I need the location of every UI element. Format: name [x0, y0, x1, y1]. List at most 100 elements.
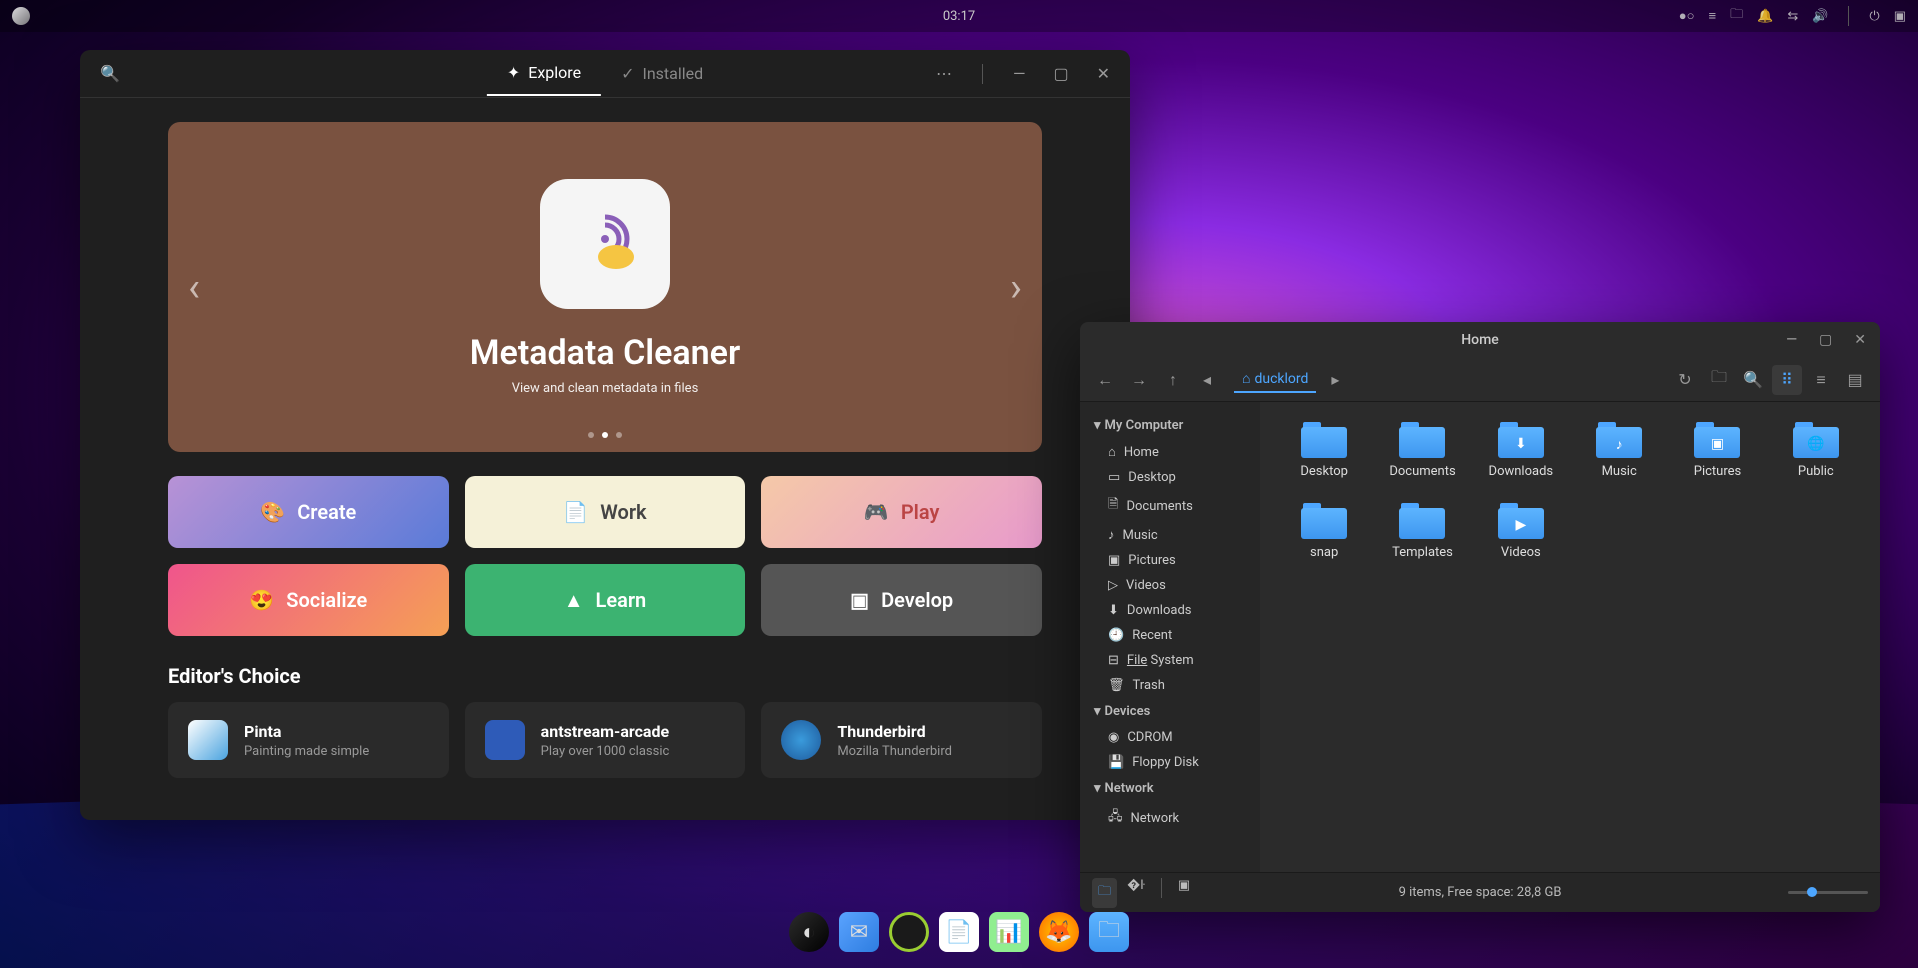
hero-next-button[interactable]: › [1010, 264, 1022, 311]
dock-app-mail[interactable]: ✉ [839, 912, 879, 952]
sidebar-section-devices[interactable]: ▾ Devices [1086, 698, 1254, 725]
folder-item[interactable]: ▣Pictures [1673, 422, 1761, 479]
sidebar-item-music[interactable]: ♪Music [1086, 522, 1254, 548]
hero-pagination [588, 432, 622, 438]
app-name: antstream-arcade [541, 722, 670, 741]
sidebar-item-downloads[interactable]: ⬇Downloads [1086, 598, 1254, 623]
thunderbird-icon [781, 720, 821, 760]
sidebar-section-computer[interactable]: ▾ My Computer [1086, 412, 1254, 439]
dock-app-calc[interactable]: 📊 [989, 912, 1029, 952]
app-desc: Play over 1000 classic [541, 744, 670, 759]
document-icon: 🗎 [1108, 495, 1118, 517]
dock-app-firefox[interactable]: 🦊 [1039, 912, 1079, 952]
sidebar-item-filesystem[interactable]: ⊟File System [1086, 648, 1254, 673]
folder-badge-icon: ▣ [1711, 436, 1724, 452]
close-button[interactable]: ✕ [1850, 328, 1870, 352]
list-view-button[interactable]: ≡ [1806, 365, 1836, 395]
sidebar-item-documents[interactable]: 🗎Documents [1086, 490, 1254, 522]
category-learn[interactable]: ▲Learn [465, 564, 746, 636]
hero-prev-button[interactable]: ‹ [188, 264, 200, 311]
refresh-button[interactable]: ↻ [1670, 365, 1700, 395]
folder-icon: 🌐 [1793, 422, 1839, 458]
category-create[interactable]: 🎨Create [168, 476, 449, 548]
power-icon[interactable]: ⏻ [1869, 9, 1879, 24]
zoom-handle[interactable] [1807, 887, 1817, 897]
icon-view-button[interactable]: ⠿ [1772, 365, 1802, 395]
tab-explore[interactable]: ✦ Explore [487, 51, 601, 96]
fm-title: Home [1461, 332, 1499, 348]
breadcrumb-prev-icon[interactable]: ◂ [1192, 365, 1222, 395]
dock-app-browser[interactable]: ◐ [789, 912, 829, 952]
category-play[interactable]: 🎮Play [761, 476, 1042, 548]
sidebar-item-trash[interactable]: 🗑Trash [1086, 673, 1254, 698]
folder-tray-icon[interactable]: 🗀 [1730, 5, 1743, 27]
dock-app-music[interactable] [889, 912, 929, 952]
featured-app-hero[interactable]: ‹ › Metadata Cleaner View and clean meta… [168, 122, 1042, 452]
hero-dot[interactable] [616, 432, 622, 438]
sidebar-item-home[interactable]: ⌂Home [1086, 439, 1254, 465]
more-menu-icon[interactable]: ⋯ [932, 60, 956, 87]
folder-item[interactable]: ⬇Downloads [1477, 422, 1565, 479]
app-card-pinta[interactable]: Pinta Painting made simple [168, 702, 449, 778]
zoom-slider[interactable] [1788, 891, 1868, 894]
folder-item[interactable]: Templates [1378, 503, 1466, 560]
sidebar-item-videos[interactable]: ▷Videos [1086, 573, 1254, 598]
sidebar-item-network[interactable]: 🖧Network [1086, 802, 1254, 834]
sidebar-item-floppy[interactable]: 💾Floppy Disk [1086, 750, 1254, 775]
maximize-button[interactable]: ▢ [1049, 60, 1072, 87]
folder-item[interactable]: ▶Videos [1477, 503, 1565, 560]
tree-mode-button[interactable]: �ŀ [1127, 878, 1145, 908]
sidebar-item-pictures[interactable]: ▣Pictures [1086, 548, 1254, 573]
network-icon[interactable]: ⇆ [1787, 9, 1798, 24]
folder-item[interactable]: snap [1280, 503, 1368, 560]
app-card-antstream[interactable]: antstream-arcade Play over 1000 classic [465, 702, 746, 778]
file-manager-window: Home — ▢ ✕ ← → ↑ ◂ ⌂ ducklord ▸ ↻ 🗀 🔍 ⠿ … [1080, 322, 1880, 912]
pinta-icon [188, 720, 228, 760]
folder-item[interactable]: Desktop [1280, 422, 1368, 479]
places-mode-button[interactable]: 🗀 [1092, 878, 1117, 908]
back-button[interactable]: ← [1090, 365, 1120, 395]
notifications-icon[interactable]: 🔔 [1757, 9, 1773, 24]
minimize-button[interactable]: — [1009, 60, 1030, 87]
minimize-button[interactable]: — [1782, 328, 1801, 352]
sidebar-item-desktop[interactable]: ▭Desktop [1086, 465, 1254, 490]
folder-label: Documents [1389, 464, 1455, 479]
terminal-button[interactable]: ▣ [1178, 878, 1190, 908]
panel-clock[interactable]: 03:17 [943, 9, 975, 24]
sidebar-item-recent[interactable]: 🕘Recent [1086, 623, 1254, 648]
clock-icon: 🕘 [1108, 628, 1124, 643]
menu-icon[interactable]: ≡ [1709, 8, 1717, 24]
close-button[interactable]: ✕ [1093, 60, 1114, 87]
category-develop[interactable]: ▣Develop [761, 564, 1042, 636]
hero-dot[interactable] [588, 432, 594, 438]
sidebar-toggle-icon[interactable]: ▣ [1894, 9, 1906, 24]
forward-button[interactable]: → [1124, 365, 1154, 395]
category-socialize[interactable]: 😍Socialize [168, 564, 449, 636]
app-store-window: 🔍 ✦ Explore ✓ Installed ⋯ — ▢ ✕ ‹ › [80, 50, 1130, 820]
dock-app-files[interactable]: 🗀 [1089, 912, 1129, 952]
search-button[interactable]: 🔍 [1738, 365, 1768, 395]
up-button[interactable]: ↑ [1158, 365, 1188, 395]
record-indicator-icon[interactable]: ●○ [1679, 8, 1695, 24]
compact-view-button[interactable]: ▤ [1840, 365, 1870, 395]
breadcrumb-home[interactable]: ⌂ ducklord [1234, 366, 1316, 393]
folder-item[interactable]: ♪Music [1575, 422, 1663, 479]
volume-icon[interactable]: 🔊 [1812, 9, 1828, 24]
dock-app-writer[interactable]: 📄 [939, 912, 979, 952]
sidebar-item-cdrom[interactable]: ◉CDROM [1086, 725, 1254, 750]
maximize-button[interactable]: ▢ [1815, 328, 1836, 352]
folder-icon [1399, 422, 1445, 458]
distro-logo-icon[interactable] [12, 7, 30, 25]
breadcrumb-next-icon[interactable]: ▸ [1320, 365, 1350, 395]
category-work[interactable]: 📄Work [465, 476, 746, 548]
app-desc: Painting made simple [244, 744, 369, 759]
hero-dot-active[interactable] [602, 432, 608, 438]
search-icon[interactable]: 🔍 [96, 60, 124, 87]
sidebar-section-network[interactable]: ▾ Network [1086, 775, 1254, 802]
fm-folder-grid[interactable]: Desktop Documents ⬇Downloads♪Music▣Picture… [1260, 402, 1880, 872]
tab-installed[interactable]: ✓ Installed [601, 51, 723, 96]
new-folder-button[interactable]: 🗀 [1704, 365, 1734, 395]
folder-item[interactable]: Documents [1378, 422, 1466, 479]
app-card-thunderbird[interactable]: Thunderbird Mozilla Thunderbird [761, 702, 1042, 778]
folder-item[interactable]: 🌐Public [1772, 422, 1860, 479]
